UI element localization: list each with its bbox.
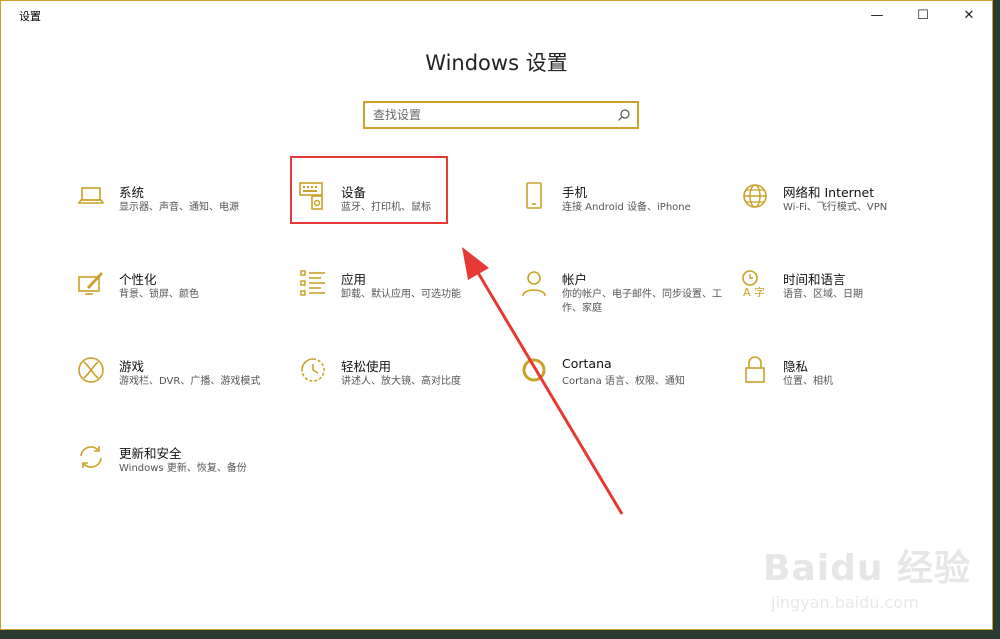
category-desc: 游戏栏、DVR、广播、游戏模式 [119, 376, 261, 387]
category-desc: Wi-Fi、飞行模式、VPN [783, 202, 888, 213]
category-desc: 语音、区域、日期 [783, 289, 863, 300]
lock-icon [745, 356, 765, 383]
category-desc: 讲述人、放大镜、高对比度 [341, 376, 461, 387]
watermark-brand: Baidu 经验 [763, 548, 972, 589]
category-apps[interactable]: 应用 卸载、默认应用、可选功能 [299, 269, 499, 329]
search-box[interactable] [363, 101, 639, 129]
search-input[interactable] [373, 103, 613, 127]
category-name: 帐户 [562, 272, 588, 287]
category-name: 手机 [562, 185, 588, 200]
category-desc: 显示器、声音、通知、电源 [119, 202, 239, 213]
close-button[interactable]: ✕ [946, 1, 992, 29]
phone-icon [526, 182, 542, 209]
category-ease-of-access[interactable]: 轻松使用 讲述人、放大镜、高对比度 [299, 356, 499, 416]
category-name: 应用 [341, 272, 367, 287]
category-name: 轻松使用 [341, 359, 392, 374]
category-name: 系统 [119, 185, 145, 200]
category-desc: 卸载、默认应用、可选功能 [341, 289, 461, 300]
category-gaming[interactable]: 游戏 游戏栏、DVR、广播、游戏模式 [77, 356, 277, 416]
page-title: Windows 设置 [425, 51, 568, 75]
category-name: 更新和安全 [119, 446, 182, 461]
svg-text:字: 字 [754, 285, 765, 297]
time-language-icon: A 字 [742, 270, 765, 297]
category-network[interactable]: 网络和 Internet Wi-Fi、飞行模式、VPN [741, 182, 941, 242]
minimize-button[interactable]: — [854, 1, 900, 29]
settings-window: 设置 — ☐ ✕ Windows 设置 系统 显示器、声音、通知、电源 设备 蓝… [0, 0, 993, 630]
title-bar[interactable]: 设置 — ☐ ✕ [1, 1, 992, 29]
category-desc: Cortana 语言、权限、通知 [562, 376, 685, 387]
category-time-language[interactable]: A 字 时间和语言 语音、区域、日期 [741, 269, 941, 329]
category-name: 时间和语言 [783, 272, 846, 287]
category-personalization[interactable]: 个性化 背景、锁屏、颜色 [77, 269, 277, 329]
category-name: 个性化 [119, 272, 157, 287]
category-desc: Windows 更新、恢复、备份 [119, 463, 247, 474]
sync-icon [80, 446, 102, 468]
category-system[interactable]: 系统 显示器、声音、通知、电源 [77, 182, 277, 242]
category-name: 游戏 [119, 359, 145, 374]
category-accounts[interactable]: 帐户 你的帐户、电子邮件、同步设置、工作、家庭 [520, 269, 722, 329]
ease-of-access-icon [301, 358, 325, 382]
category-desc: 位置、相机 [783, 376, 833, 387]
watermark-url: jingyan.baidu.com [771, 593, 919, 612]
maximize-button[interactable]: ☐ [900, 1, 946, 29]
svg-text:A: A [743, 286, 751, 297]
person-icon [522, 271, 546, 297]
xbox-icon [78, 357, 104, 383]
category-name: 网络和 Internet [783, 185, 875, 200]
category-update-security[interactable]: 更新和安全 Windows 更新、恢复、备份 [77, 443, 277, 503]
personalization-icon [78, 272, 103, 295]
category-phone[interactable]: 手机 连接 Android 设备、iPhone [520, 182, 720, 242]
category-privacy[interactable]: 隐私 位置、相机 [741, 356, 941, 416]
cortana-icon [522, 358, 546, 382]
highlight-box [290, 156, 448, 224]
window-title: 设置 [19, 10, 41, 23]
search-icon[interactable] [617, 108, 631, 122]
category-desc: 背景、锁屏、颜色 [119, 289, 199, 300]
category-cortana[interactable]: Cortana Cortana 语言、权限、通知 [520, 356, 720, 416]
globe-icon [743, 184, 767, 208]
category-name: Cortana [562, 356, 612, 371]
laptop-icon [77, 187, 105, 204]
apps-list-icon [300, 270, 325, 296]
category-desc: 你的帐户、电子邮件、同步设置、工作、家庭 [562, 289, 722, 314]
category-name: 隐私 [783, 359, 809, 374]
category-desc: 连接 Android 设备、iPhone [562, 202, 691, 213]
